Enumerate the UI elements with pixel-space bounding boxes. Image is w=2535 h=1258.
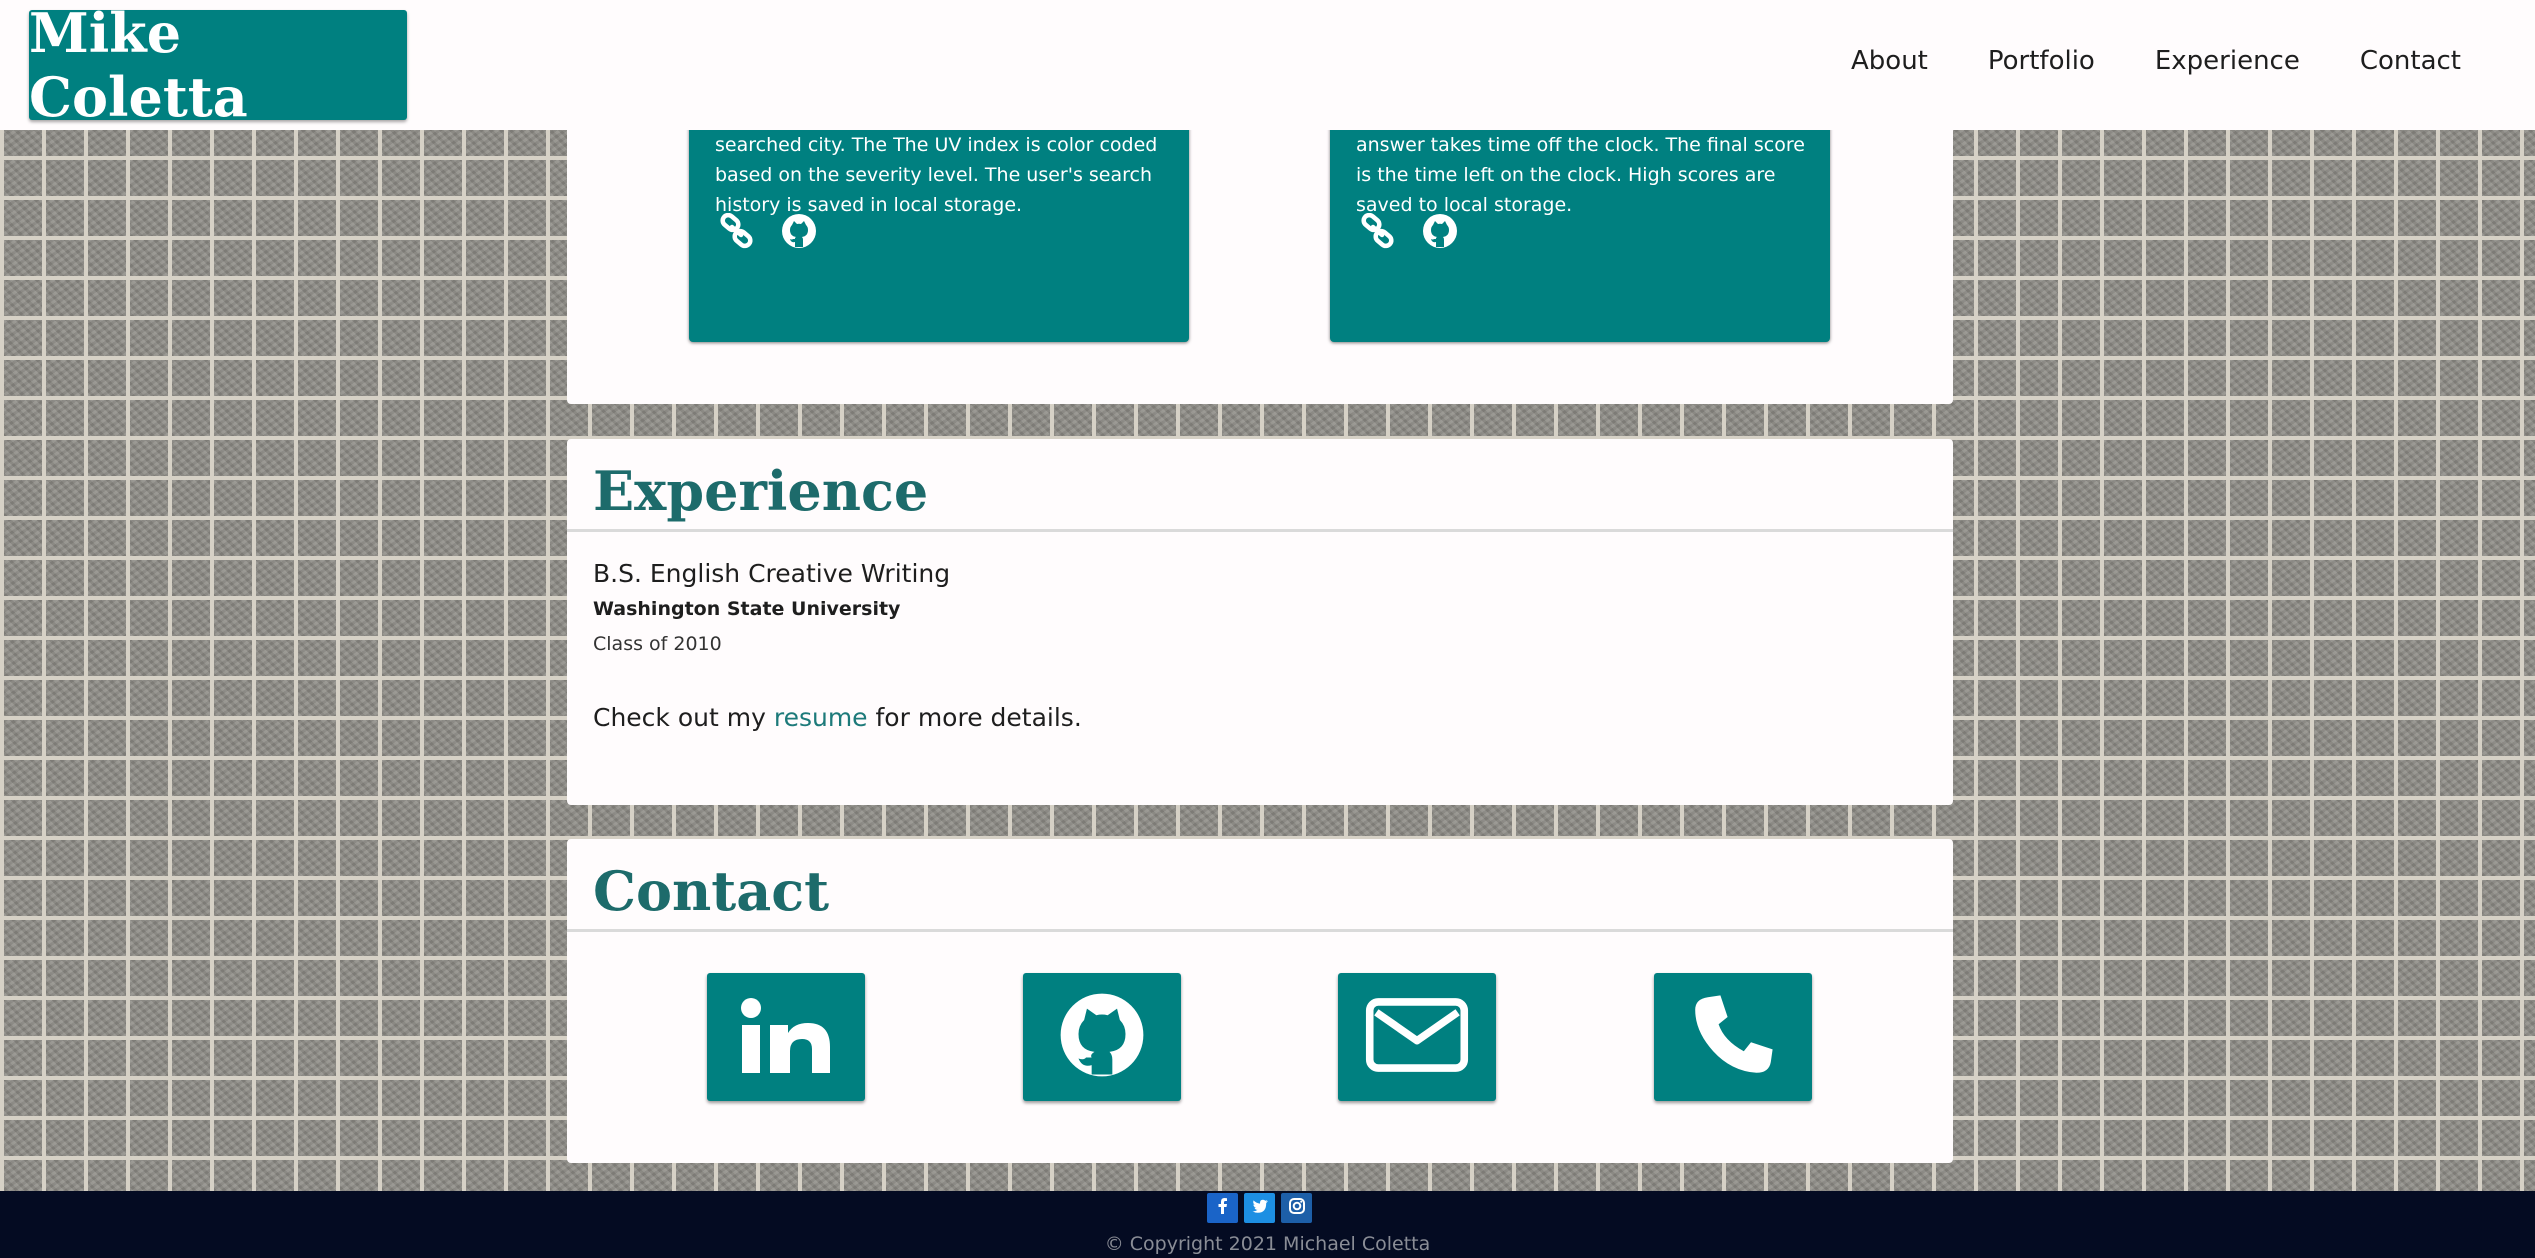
main-nav: About Portfolio Experience Contact [1851, 46, 2461, 76]
experience-header: Experience [567, 439, 1953, 532]
resume-link[interactable]: resume [774, 703, 868, 732]
portfolio-section: current weather and the five day forecas… [567, 70, 1953, 404]
degree: B.S. English Creative Writing [593, 559, 951, 588]
instagram-icon [1287, 1196, 1307, 1220]
email-button[interactable] [1338, 973, 1496, 1101]
instagram-link[interactable] [1281, 1193, 1312, 1223]
facebook-link[interactable] [1207, 1193, 1238, 1223]
github-contact-button[interactable] [1023, 973, 1181, 1101]
project-links [1360, 212, 1458, 249]
site-header: Mike Coletta About Portfolio Experience … [0, 0, 2535, 130]
graduation-year: Class of 2010 [593, 633, 722, 655]
github-icon[interactable] [1422, 213, 1458, 249]
contact-header: Contact [567, 839, 1953, 932]
experience-body: B.S. English Creative Writing Washington… [567, 532, 1953, 734]
experience-section: Experience B.S. English Creative Writing… [567, 439, 1953, 805]
twitter-icon [1250, 1196, 1270, 1220]
linkedin-button[interactable] [707, 973, 865, 1101]
project-links [719, 212, 817, 249]
site-logo[interactable]: Mike Coletta [29, 1, 407, 129]
phone-icon [1688, 990, 1778, 1084]
resume-suffix: for more details. [867, 703, 1082, 732]
link-icon[interactable] [1360, 212, 1396, 249]
linkedin-icon [736, 995, 836, 1079]
site-footer: © Copyright 2021 Michael Coletta [0, 1191, 2535, 1258]
resume-line: Check out my resume for more details. [593, 702, 1927, 734]
nav-about[interactable]: About [1851, 46, 1928, 76]
copyright-text: © Copyright 2021 Michael Coletta [1104, 1233, 1431, 1255]
envelope-icon [1365, 997, 1469, 1077]
contact-title: Contact [593, 859, 830, 923]
experience-title: Experience [593, 459, 929, 523]
github-icon [1055, 988, 1149, 1086]
nav-portfolio[interactable]: Portfolio [1988, 46, 2095, 76]
twitter-link[interactable] [1244, 1193, 1275, 1223]
facebook-icon [1213, 1196, 1233, 1220]
github-icon[interactable] [781, 213, 817, 249]
link-icon[interactable] [719, 212, 755, 249]
nav-contact[interactable]: Contact [2360, 46, 2461, 76]
resume-prefix: Check out my [593, 703, 774, 732]
nav-experience[interactable]: Experience [2155, 46, 2300, 76]
contact-section: Contact [567, 839, 1953, 1163]
phone-button[interactable] [1654, 973, 1812, 1101]
school: Washington State University [593, 598, 901, 620]
social-links [1207, 1193, 1312, 1223]
